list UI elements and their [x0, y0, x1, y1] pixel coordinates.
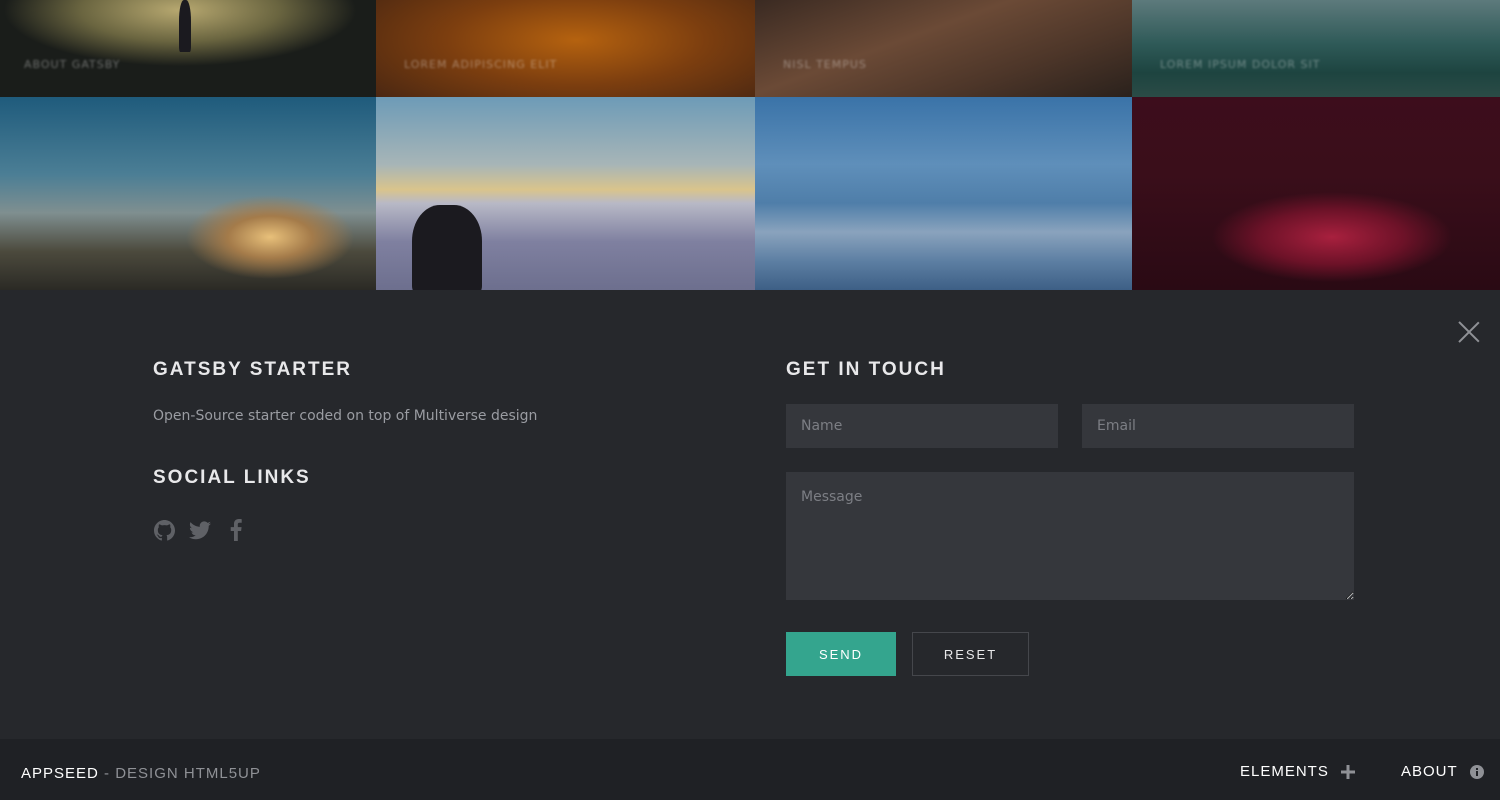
- gallery-tile[interactable]: Lorem Adipiscing Elit: [376, 0, 755, 97]
- close-icon[interactable]: [1455, 318, 1483, 346]
- message-field[interactable]: [786, 472, 1354, 600]
- social-links: [153, 519, 247, 541]
- tile-caption: About Gatsby: [24, 58, 121, 71]
- nav-elements-label: ELEMENTS: [1240, 763, 1329, 780]
- brand[interactable]: APPSEED - DESIGN HTML5UP: [21, 765, 261, 782]
- section-description: Open-Source starter coded on top of Mult…: [153, 408, 538, 424]
- nav-elements[interactable]: ELEMENTS: [1240, 763, 1355, 780]
- gallery-tile[interactable]: [755, 97, 1132, 290]
- brand-name: APPSEED: [21, 765, 99, 782]
- gallery-tile[interactable]: [1132, 97, 1500, 290]
- facebook-icon[interactable]: [225, 519, 247, 541]
- send-button[interactable]: SEND: [786, 632, 896, 676]
- brand-subtitle: - DESIGN HTML5UP: [98, 765, 261, 782]
- gallery-tile[interactable]: Lorem Ipsum Dolor Sit: [1132, 0, 1500, 97]
- contact-title: GET IN TOUCH: [786, 359, 946, 380]
- plus-icon: [1340, 764, 1355, 779]
- silhouette: [179, 0, 191, 52]
- tile-caption: Lorem Ipsum Dolor Sit: [1160, 58, 1321, 71]
- tile-caption: Lorem Adipiscing Elit: [404, 58, 558, 71]
- gallery-grid: About Gatsby Lorem Adipiscing Elit Nisl …: [0, 0, 1500, 290]
- gallery-tile[interactable]: Nisl Tempus: [755, 0, 1132, 97]
- gallery-tile[interactable]: About Gatsby: [0, 0, 376, 97]
- section-title: GATSBY STARTER: [153, 359, 353, 380]
- social-links-title: SOCIAL LINKS: [153, 467, 311, 488]
- nav-about-label: ABOUT: [1401, 763, 1458, 780]
- reset-button[interactable]: RESET: [912, 632, 1029, 676]
- gallery-tile[interactable]: [0, 97, 376, 290]
- tile-caption: Nisl Tempus: [783, 58, 867, 71]
- info-icon: [1469, 764, 1484, 779]
- email-field[interactable]: [1082, 404, 1354, 448]
- github-icon[interactable]: [153, 519, 175, 541]
- gallery-tile[interactable]: [376, 97, 755, 290]
- name-field[interactable]: [786, 404, 1058, 448]
- silhouette: [412, 205, 482, 290]
- twitter-icon[interactable]: [189, 519, 211, 541]
- footer-bar: APPSEED - DESIGN HTML5UP ELEMENTS ABOUT: [0, 739, 1500, 800]
- nav-about[interactable]: ABOUT: [1401, 763, 1484, 780]
